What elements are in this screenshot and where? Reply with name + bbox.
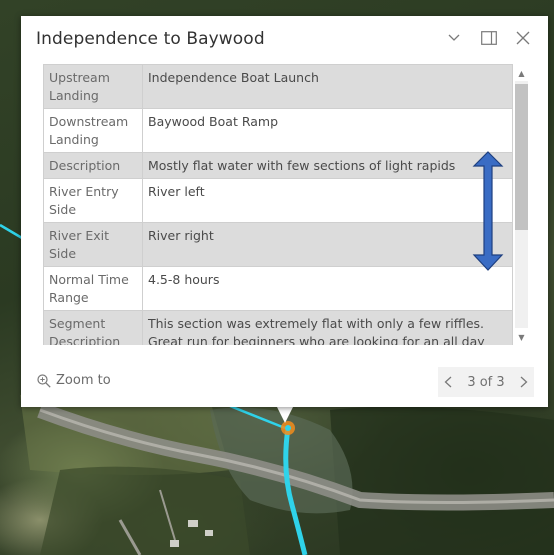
pager-label: 3 of 3	[467, 374, 505, 390]
building	[170, 540, 179, 547]
table-row: River Entry Side River left	[43, 178, 513, 223]
chevron-left-icon	[444, 376, 452, 388]
scroll-up-arrow-icon[interactable]: ▲	[515, 66, 528, 80]
field-label: Description	[43, 152, 143, 179]
popup-title: Independence to Baywood	[36, 29, 265, 49]
popup-pointer	[276, 405, 294, 423]
table-row: Description Mostly flat water with few s…	[43, 152, 513, 179]
content-scrollbar[interactable]: ▲ ▼	[512, 64, 530, 345]
table-row: River Exit Side River right	[43, 222, 513, 267]
field-value: Mostly flat water with few sections of l…	[142, 152, 513, 179]
river-segment[interactable]	[0, 223, 23, 240]
collapse-button[interactable]	[442, 26, 466, 50]
close-icon	[516, 31, 530, 45]
selected-landing-marker-center	[285, 425, 291, 431]
dock-button[interactable]	[477, 26, 501, 50]
attribute-table: Upstream Landing Independence Boat Launc…	[43, 64, 513, 345]
zoom-to-button[interactable]: Zoom to	[37, 373, 111, 388]
building	[188, 520, 198, 527]
zoom-to-label: Zoom to	[56, 373, 111, 388]
dock-icon	[481, 31, 497, 45]
forest-patch	[330, 406, 554, 555]
field-label: Normal Time Range	[43, 266, 143, 311]
feature-popup: Independence to Baywood Upstream Landing…	[21, 16, 548, 407]
field-value: 4.5-8 hours	[142, 266, 513, 311]
table-row: Normal Time Range 4.5-8 hours	[43, 266, 513, 311]
table-row: Segment Description This section was ext…	[43, 310, 513, 345]
zoom-in-icon	[37, 373, 51, 388]
field-value: This section was extremely flat with onl…	[142, 310, 513, 345]
scroll-down-arrow-icon[interactable]: ▼	[515, 330, 528, 344]
field-label: River Exit Side	[43, 222, 143, 267]
table-row: Upstream Landing Independence Boat Launc…	[43, 64, 513, 109]
chevron-down-icon	[448, 34, 460, 41]
field-label: River Entry Side	[43, 178, 143, 223]
next-feature-button[interactable]	[520, 376, 528, 388]
chevron-right-icon	[520, 376, 528, 388]
previous-feature-button[interactable]	[444, 376, 452, 388]
field-value: River left	[142, 178, 513, 223]
feature-pager: 3 of 3	[438, 367, 534, 397]
field-value: River right	[142, 222, 513, 267]
field-value: Baywood Boat Ramp	[142, 108, 513, 153]
field-value: Independence Boat Launch	[142, 64, 513, 109]
popup-content[interactable]: Upstream Landing Independence Boat Launc…	[43, 64, 532, 345]
scrollbar-thumb[interactable]	[515, 84, 528, 230]
building	[205, 530, 213, 536]
field-label: Downstream Landing	[43, 108, 143, 153]
close-button[interactable]	[511, 26, 535, 50]
popup-footer: Zoom to 3 of 3	[21, 365, 548, 401]
field-patch	[40, 466, 250, 555]
field-label: Segment Description	[43, 310, 143, 345]
table-row: Downstream Landing Baywood Boat Ramp	[43, 108, 513, 153]
field-label: Upstream Landing	[43, 64, 143, 109]
